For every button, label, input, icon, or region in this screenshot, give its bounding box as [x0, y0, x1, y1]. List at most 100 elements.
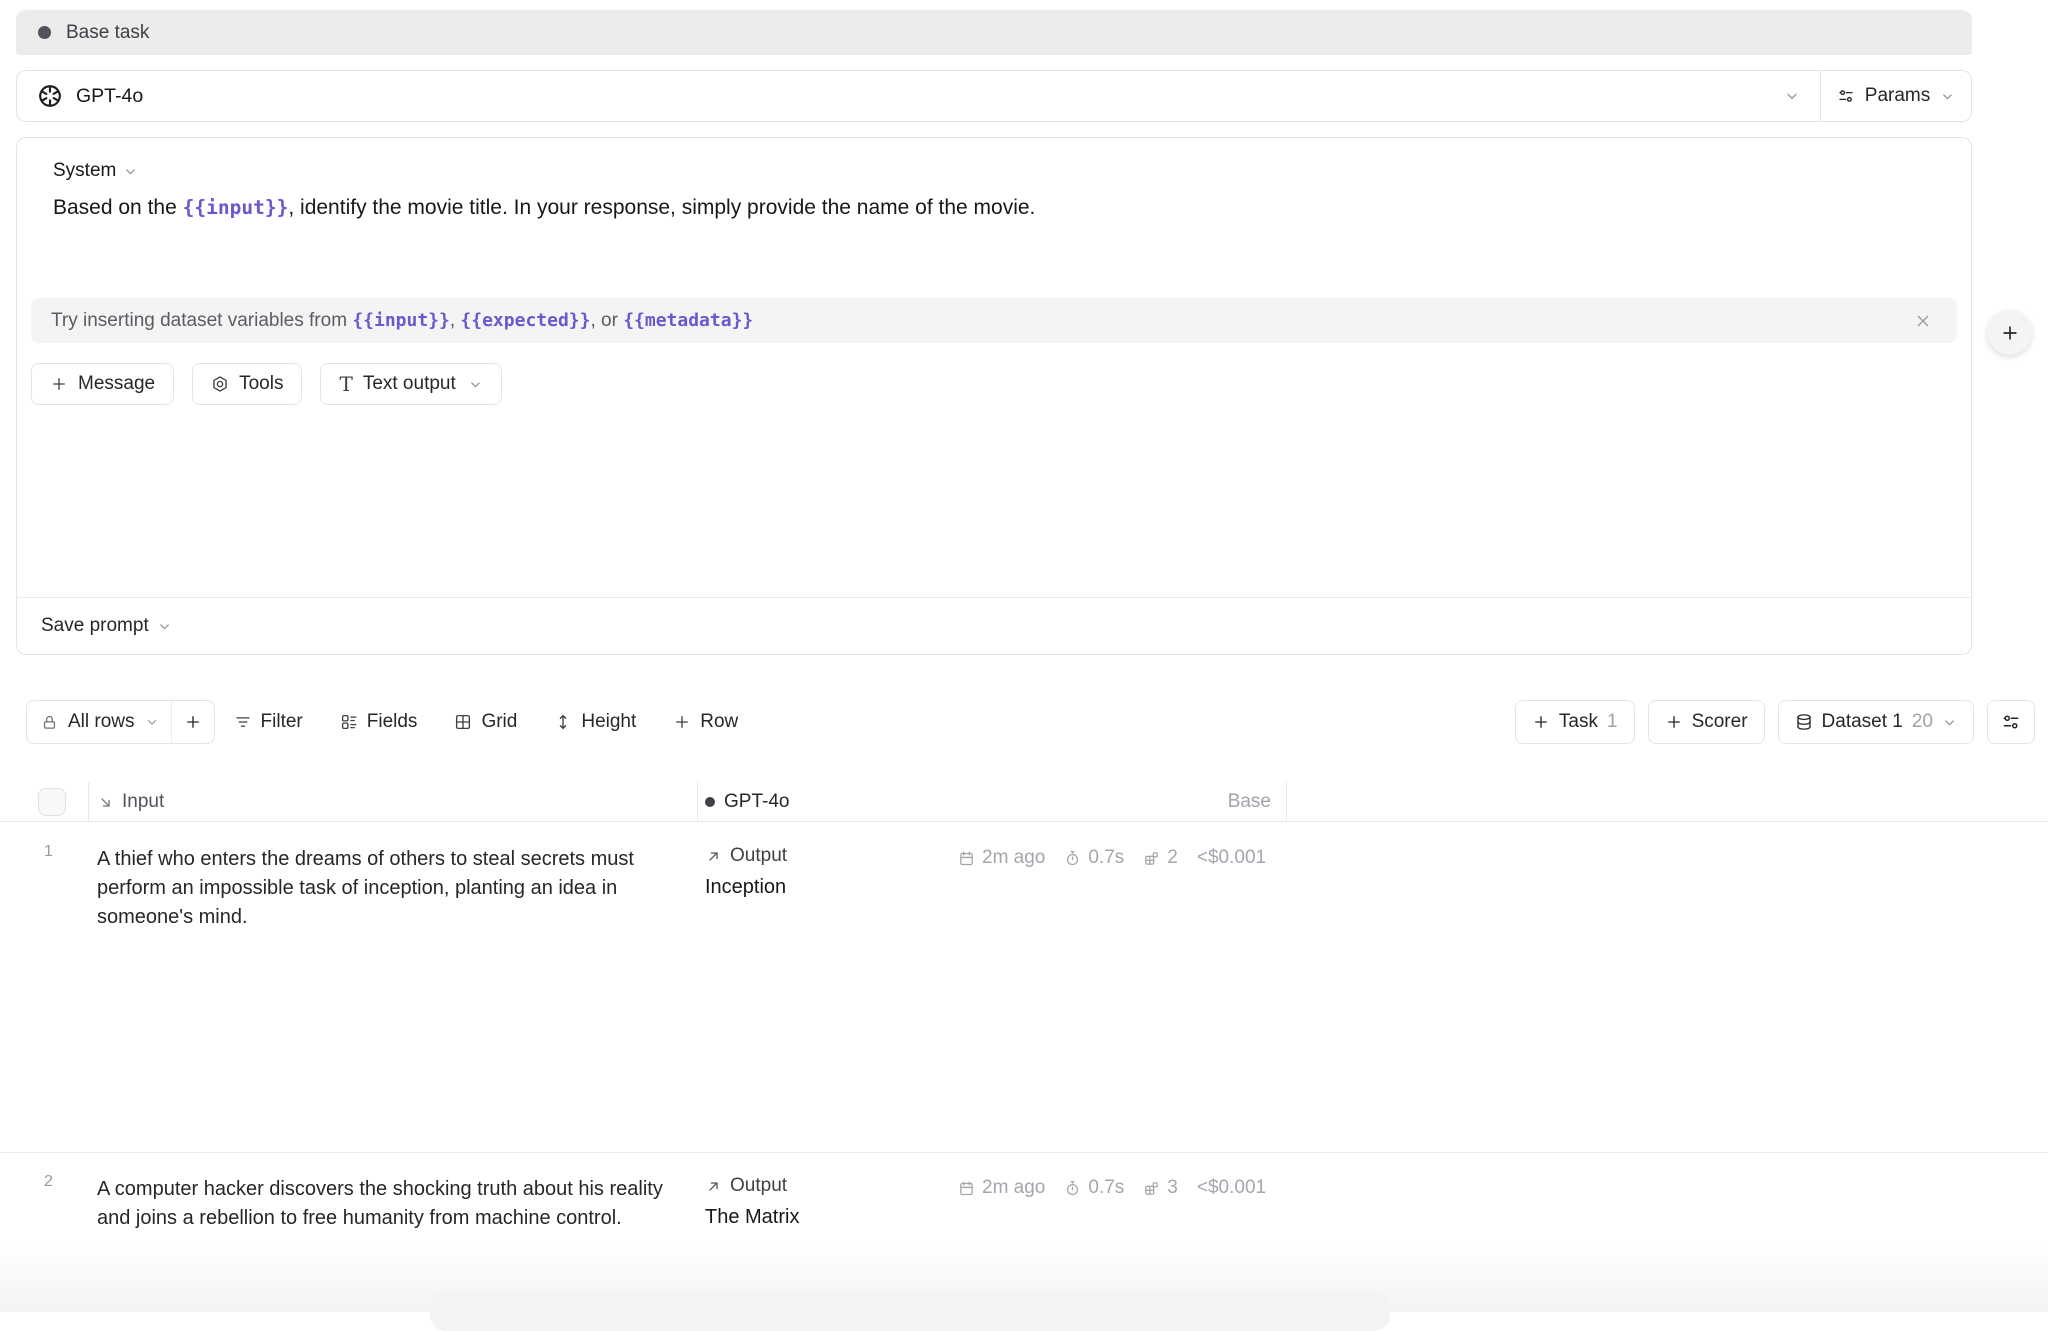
- grid-toolbar: All rows Filter Fields Grid: [26, 700, 2035, 744]
- column-controls: Task 1 Scorer Dataset 1 20: [1515, 700, 2035, 744]
- database-icon: [1795, 713, 1813, 731]
- token-count: 2: [1143, 847, 1178, 869]
- model-select[interactable]: GPT-4o: [17, 71, 1820, 121]
- calendar-icon: [958, 1180, 975, 1197]
- input-cell[interactable]: A thief who enters the dreams of others …: [97, 845, 685, 932]
- task-count: 1: [1607, 711, 1618, 733]
- chevron-down-icon: [123, 164, 138, 179]
- output-cell[interactable]: Output Inception: [705, 845, 787, 899]
- hint-text: Try inserting dataset variables from {{i…: [51, 310, 753, 332]
- message-role-select[interactable]: System: [53, 160, 138, 182]
- table-row[interactable]: 2 A computer hacker discovers the shocki…: [0, 1153, 2048, 1312]
- rows-filter-group: All rows: [26, 700, 215, 744]
- save-prompt-button[interactable]: Save prompt: [41, 615, 149, 637]
- chevron-down-icon[interactable]: [157, 619, 172, 634]
- filter-button[interactable]: Filter: [234, 711, 303, 733]
- arrow-up-right-icon: [705, 1178, 722, 1195]
- plus-icon: [1665, 713, 1683, 731]
- run-metadata: 2m ago 0.7s 2 <$0.001: [958, 847, 1266, 869]
- row-number: 2: [44, 1173, 53, 1191]
- add-message-button[interactable]: Message: [31, 363, 174, 405]
- dataset-select-button[interactable]: Dataset 1 20: [1778, 700, 1974, 744]
- add-row-button[interactable]: Row: [673, 711, 738, 733]
- bottom-panel-edge: [430, 1291, 1390, 1331]
- table-row[interactable]: 1 A thief who enters the dreams of other…: [0, 823, 2048, 1153]
- cost: <$0.001: [1197, 1177, 1266, 1199]
- column-header-input[interactable]: Input: [97, 782, 164, 822]
- prompt-text-editor[interactable]: Based on the {{input}}, identify the mov…: [53, 196, 1035, 220]
- model-name: GPT-4o: [76, 85, 143, 108]
- column-divider: [697, 782, 698, 821]
- all-rows-select[interactable]: All rows: [27, 701, 171, 743]
- template-variable: {{input}}: [183, 196, 289, 219]
- tools-hex-icon: [211, 375, 229, 393]
- task-tab-bar[interactable]: Base task: [16, 10, 1972, 55]
- prompt-text-segment: Based on the: [53, 196, 183, 219]
- fields-icon: [340, 713, 358, 731]
- output-type-button[interactable]: T Text output: [320, 363, 501, 405]
- tools-button[interactable]: Tools: [192, 363, 302, 405]
- prompt-editor-card: System Based on the {{input}}, identify …: [16, 137, 1972, 655]
- dataset-variables-hint: Try inserting dataset variables from {{i…: [31, 298, 1957, 343]
- calendar-icon: [958, 850, 975, 867]
- column-divider: [1286, 782, 1287, 821]
- openai-logo-icon: [37, 83, 63, 109]
- prompt-text-segment: , identify the movie title. In your resp…: [288, 196, 1035, 219]
- params-button[interactable]: Params: [1821, 71, 1971, 121]
- tokens-icon: [1143, 850, 1160, 867]
- save-prompt-bar: Save prompt: [17, 597, 1971, 654]
- message-role-label: System: [53, 160, 116, 182]
- chevron-down-icon: [1784, 88, 1800, 104]
- add-view-button[interactable]: [172, 701, 214, 743]
- grid-button[interactable]: Grid: [454, 711, 517, 733]
- add-scorer-button[interactable]: Scorer: [1648, 700, 1765, 744]
- sliders-icon: [1837, 87, 1855, 105]
- grid-settings-button[interactable]: [1987, 700, 2035, 744]
- column-divider: [88, 782, 89, 821]
- row-height-button[interactable]: Height: [554, 711, 636, 733]
- timestamp: 2m ago: [958, 1177, 1045, 1199]
- duration: 0.7s: [1064, 847, 1124, 869]
- prompt-actions: Message Tools T Text output: [31, 363, 502, 405]
- output-value: The Matrix: [705, 1206, 799, 1229]
- params-label: Params: [1865, 85, 1930, 107]
- task-tab-label: Base task: [66, 22, 149, 44]
- plus-icon: [50, 375, 68, 393]
- row-number: 1: [44, 843, 53, 861]
- chevron-down-icon: [1942, 715, 1957, 730]
- timestamp: 2m ago: [958, 847, 1045, 869]
- grid-icon: [454, 713, 472, 731]
- plus-icon: [184, 713, 202, 731]
- close-icon[interactable]: [1913, 311, 1933, 331]
- token-count: 3: [1143, 1177, 1178, 1199]
- add-task-button[interactable]: Task 1: [1515, 700, 1635, 744]
- model-dot-icon: [705, 797, 715, 807]
- chevron-down-icon: [145, 715, 159, 729]
- output-cell[interactable]: Output The Matrix: [705, 1175, 799, 1229]
- select-all-checkbox[interactable]: [38, 788, 66, 816]
- fields-button[interactable]: Fields: [340, 711, 418, 733]
- chevron-down-icon: [468, 377, 483, 392]
- arrow-up-right-icon: [705, 848, 722, 865]
- add-column-button[interactable]: [1987, 310, 2032, 355]
- sliders-icon: [2001, 712, 2021, 732]
- plus-icon: [1532, 713, 1550, 731]
- timer-icon: [1064, 1180, 1081, 1197]
- duration: 0.7s: [1064, 1177, 1124, 1199]
- table-header: Input GPT-4o Base: [0, 782, 2048, 822]
- task-status-dot-icon: [38, 26, 51, 39]
- output-link[interactable]: Output: [705, 1175, 799, 1197]
- timer-icon: [1064, 850, 1081, 867]
- arrow-down-right-icon: [97, 794, 114, 811]
- output-value: Inception: [705, 876, 787, 899]
- input-cell[interactable]: A computer hacker discovers the shocking…: [97, 1175, 685, 1233]
- column-header-model[interactable]: GPT-4o: [705, 782, 789, 822]
- view-controls: Filter Fields Grid Height Row: [234, 711, 739, 733]
- lock-icon: [41, 714, 58, 731]
- dataset-row-count: 20: [1912, 711, 1933, 733]
- chevron-down-icon: [1940, 89, 1955, 104]
- height-icon: [554, 713, 572, 731]
- model-row: GPT-4o Params: [16, 70, 1972, 122]
- output-link[interactable]: Output: [705, 845, 787, 867]
- plus-icon: [2000, 323, 2020, 343]
